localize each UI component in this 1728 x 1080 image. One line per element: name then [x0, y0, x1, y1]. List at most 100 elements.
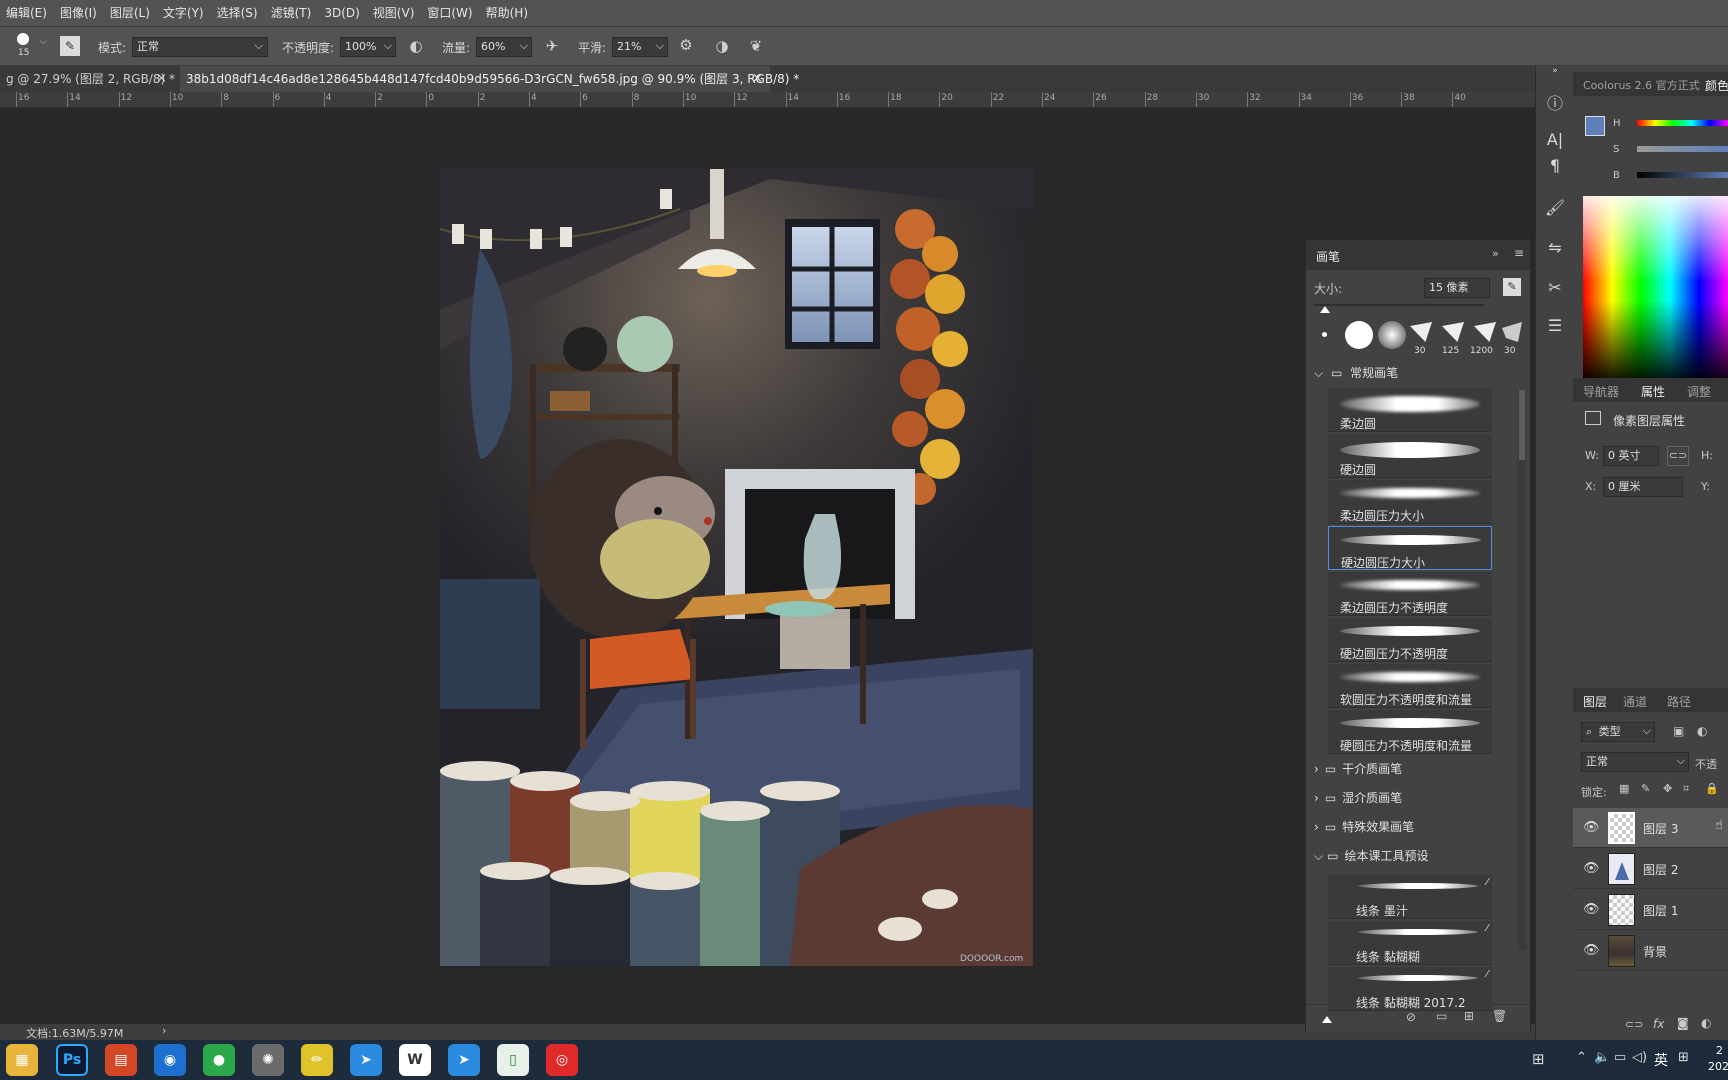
clock-date[interactable]: 202 [1708, 1060, 1728, 1073]
music-app-icon[interactable]: ◎ [546, 1044, 578, 1076]
folder-special-effects[interactable]: › ▭ 特殊效果画笔 [1314, 818, 1414, 835]
ime-language[interactable]: 英 [1654, 1050, 1668, 1070]
adjustments-icon[interactable]: ☰ [1536, 316, 1574, 335]
layer-row[interactable]: 👁 图层 2 [1573, 849, 1728, 889]
network-icon[interactable]: ▭ [1614, 1050, 1626, 1065]
saturation-slider[interactable] [1637, 146, 1728, 152]
folder-wet-media[interactable]: › ▭ 湿介质画笔 [1314, 789, 1402, 806]
menu-view[interactable]: 视图(V) [367, 0, 422, 26]
menu-edit[interactable]: 编辑(E) [0, 0, 54, 26]
brush-item[interactable]: 硬边圆压力大小 [1328, 526, 1492, 570]
folder-general-brushes[interactable]: ⌵ ▭ 常规画笔 [1314, 364, 1398, 381]
brush-preset-picker[interactable]: 15 ⌵ [10, 31, 47, 63]
feather-app-icon[interactable]: ➤ [350, 1044, 382, 1076]
tab-channels[interactable]: 通道 [1623, 693, 1647, 710]
flow-input[interactable]: 60% ⌵ [476, 37, 532, 57]
tab-paths[interactable]: 路径 [1667, 693, 1691, 710]
menu-3d[interactable]: 3D(D) [318, 0, 366, 26]
brush-item[interactable]: 硬边圆 [1328, 434, 1492, 478]
pressure-opacity-icon[interactable]: ◐ [406, 37, 426, 55]
new-group-icon[interactable]: ▭ [1436, 1009, 1447, 1023]
status-arrow-icon[interactable]: › [162, 1024, 166, 1037]
pinwheel-app-icon[interactable]: ✺ [252, 1044, 284, 1076]
pencil-app-icon[interactable]: ✏ [301, 1044, 333, 1076]
tab-color[interactable]: 颜色 [1705, 77, 1728, 94]
width-input[interactable]: 0 英寸 [1603, 446, 1659, 466]
ime-grid-icon[interactable]: ⊞ [1678, 1050, 1689, 1065]
info-icon[interactable]: ⓘ [1536, 90, 1574, 114]
folder-picture-book-presets[interactable]: ⌵ ▭ 绘本课工具预设 [1314, 847, 1428, 864]
sub-brush-item[interactable]: ⁄ 线条 墨汁 [1328, 875, 1492, 919]
tab-document-1[interactable]: g @ 27.9% (图层 2, RGB/8) * × [0, 66, 175, 92]
mode-select[interactable]: 正常 ⌵ [132, 37, 268, 57]
brush-item[interactable]: 柔边圆压力大小 [1328, 480, 1492, 524]
brush-list-scrollbar[interactable] [1518, 390, 1526, 950]
pressure-size-icon[interactable]: ◑ [712, 37, 732, 55]
eye-icon[interactable]: 👁 [1583, 902, 1600, 917]
clone-source-icon[interactable]: ⇋ [1536, 238, 1574, 257]
airbrush-icon[interactable]: ✈ [542, 37, 562, 55]
tip-custom-2[interactable] [1442, 322, 1464, 342]
eye-icon[interactable]: 👁 [1583, 943, 1600, 958]
presentation-app-icon[interactable]: ▤ [105, 1044, 137, 1076]
lock-all-icon[interactable]: 🔒 [1705, 782, 1719, 795]
footer-slider-handle[interactable] [1322, 1016, 1332, 1023]
tab-coolorus[interactable]: Coolorus 2.6 官方正式 [1583, 77, 1700, 93]
brush-size-slider[interactable] [1314, 304, 1484, 306]
menu-window[interactable]: 窗口(W) [421, 0, 479, 26]
layer-filter-select[interactable]: ⌕ 类型 ⌵ [1581, 722, 1655, 742]
speaker-icon[interactable]: ◁) [1632, 1050, 1647, 1065]
menu-layer[interactable]: 图层(L) [104, 0, 157, 26]
brush-item[interactable]: 柔边圆压力不透明度 [1328, 572, 1492, 616]
brush-settings-icon[interactable]: 🖌 [1536, 198, 1574, 217]
menu-type[interactable]: 文字(Y) [157, 0, 211, 26]
tip-soft-round[interactable] [1378, 321, 1406, 349]
tip-custom-3[interactable] [1474, 322, 1496, 342]
scrollbar-thumb[interactable] [1519, 390, 1525, 460]
menu-filter[interactable]: 滤镜(T) [265, 0, 319, 26]
layer-row[interactable]: 👁 图层 3 ☝ [1573, 808, 1728, 848]
link-icon[interactable]: ⊂⊃ [1667, 446, 1689, 466]
chat-app-icon[interactable]: ● [203, 1044, 235, 1076]
notes-app-icon[interactable]: ▯ [497, 1044, 529, 1076]
tip-custom-4[interactable] [1502, 322, 1522, 342]
folder-dry-media[interactable]: › ▭ 干介质画笔 [1314, 760, 1402, 777]
link-layers-icon[interactable]: ⊂⊃ [1625, 1018, 1643, 1031]
eye-icon[interactable]: 👁 [1583, 861, 1600, 876]
eye-icon[interactable]: 👁 [1583, 820, 1600, 835]
tray-expand-icon[interactable]: ⌃ [1576, 1050, 1587, 1065]
start-app-icon[interactable]: ▦ [6, 1044, 38, 1076]
tip-hard-round[interactable] [1345, 321, 1373, 349]
tool-presets-icon[interactable]: ✂ [1536, 278, 1574, 297]
add-mask-icon[interactable]: ◙ [1677, 1016, 1689, 1030]
smoothing-input[interactable]: 21% ⌵ [612, 37, 668, 57]
adjustment-layer-icon[interactable]: ◐ [1701, 1016, 1711, 1030]
gear-icon[interactable]: ⚙ [676, 36, 696, 54]
menu-select[interactable]: 选择(S) [211, 0, 265, 26]
photoshop-app[interactable]: Ps [56, 1044, 88, 1076]
tip-small-round[interactable] [1322, 332, 1327, 337]
new-brush-icon[interactable]: ⊞ [1464, 1009, 1474, 1023]
x-input[interactable]: 0 厘米 [1603, 477, 1683, 497]
input-method-grid-icon[interactable]: ⊞ [1532, 1050, 1545, 1068]
character-icon[interactable]: A| [1536, 130, 1574, 149]
symmetry-butterfly-icon[interactable]: ❦ [746, 37, 766, 55]
clock-time[interactable]: 2 [1716, 1044, 1723, 1057]
panel-menu-icon[interactable]: ≡ [1514, 246, 1524, 260]
slider-handle[interactable] [1320, 306, 1330, 313]
collapse-panels-icon[interactable]: » [1536, 66, 1574, 76]
filter-adjust-icon[interactable]: ◐ [1697, 724, 1707, 738]
lock-artboard-icon[interactable]: ⌗ [1683, 782, 1689, 796]
sub-brush-item[interactable]: ⁄ 线条 黏糊糊 2017.2 [1328, 967, 1492, 1011]
layer-fx-icon[interactable]: fx [1653, 1017, 1664, 1031]
layer-row[interactable]: 👁 图层 1 [1573, 890, 1728, 930]
brightness-slider[interactable] [1637, 172, 1728, 178]
volume-icon[interactable]: 🔈 [1594, 1050, 1610, 1065]
opacity-input[interactable]: 100% ⌵ [340, 37, 396, 57]
color-field[interactable] [1583, 196, 1728, 386]
trash-icon[interactable]: 🗑 [1492, 1009, 1507, 1023]
tab-navigator[interactable]: 导航器 [1583, 383, 1619, 400]
foreground-color-swatch[interactable] [1585, 116, 1605, 136]
filter-pixel-icon[interactable]: ▣ [1673, 724, 1684, 738]
close-icon[interactable]: × [752, 66, 763, 92]
